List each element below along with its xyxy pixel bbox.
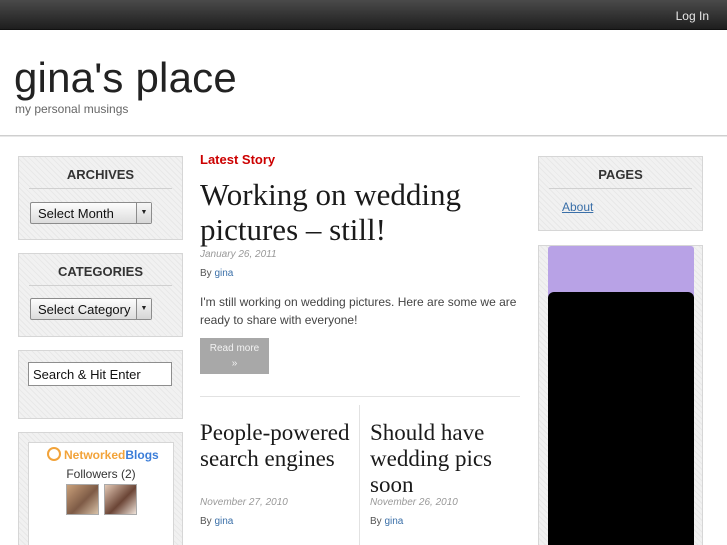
site-title[interactable]: gina's place (14, 54, 237, 102)
top-bar: Log In (0, 0, 727, 30)
latest-post-byline: By gina (200, 268, 234, 279)
post-byline: By gina (200, 516, 234, 527)
categories-select[interactable]: Select Category ▼ (30, 298, 152, 320)
pages-widget: PAGES About (538, 156, 703, 231)
content-divider (200, 396, 520, 397)
header-divider (0, 135, 727, 137)
categories-select-value: Select Category (38, 302, 131, 317)
latest-post-date: January 26, 2011 (200, 249, 277, 260)
followers-count: Followers (2) (66, 467, 136, 481)
archives-widget: ARCHIVES Select Month ▼ (18, 156, 183, 240)
follower-avatar[interactable] (104, 484, 137, 515)
media-widget (538, 245, 703, 545)
archives-select-value: Select Month (38, 206, 114, 221)
post-byline: By gina (370, 516, 404, 527)
site-description: my personal musings (15, 102, 129, 116)
read-more-button[interactable]: Read more » (200, 338, 269, 374)
latest-story-label: Latest Story (200, 152, 276, 167)
dropdown-arrow-icon: ▼ (136, 299, 151, 319)
archives-select[interactable]: Select Month ▼ (30, 202, 152, 224)
search-widget (18, 350, 183, 419)
networked-blogs-widget: NetworkedBlogs Followers (2) (18, 432, 183, 545)
page-link-about[interactable]: About (562, 200, 593, 214)
author-link[interactable]: gina (214, 516, 233, 527)
categories-widget: CATEGORIES Select Category ▼ (18, 253, 183, 337)
search-input[interactable] (28, 362, 172, 386)
post-title[interactable]: People-powered search engines (200, 420, 350, 472)
latest-post-title[interactable]: Working on wedding pictures – still! (200, 177, 520, 247)
embedded-media-player[interactable] (548, 292, 694, 545)
post-date: November 27, 2010 (200, 497, 288, 508)
dropdown-arrow-icon: ▼ (136, 203, 151, 223)
author-link[interactable]: gina (384, 516, 403, 527)
categories-title: CATEGORIES (29, 254, 172, 286)
login-link[interactable]: Log In (676, 9, 709, 23)
post-title[interactable]: Should have wedding pics soon (370, 420, 520, 498)
networkedblogs-logo-icon[interactable]: NetworkedBlogs (47, 447, 159, 462)
networkedblogs-badge-icon (47, 447, 61, 461)
post-date: November 26, 2010 (370, 497, 458, 508)
latest-post-excerpt: I'm still working on wedding pictures. H… (200, 295, 517, 327)
follower-avatar[interactable] (66, 484, 99, 515)
column-divider (359, 405, 360, 545)
author-link[interactable]: gina (214, 268, 233, 279)
pages-title: PAGES (549, 157, 692, 189)
read-more-arrow-icon: » (231, 358, 238, 369)
networked-blogs-box: NetworkedBlogs Followers (2) (28, 442, 174, 545)
archives-title: ARCHIVES (29, 157, 172, 189)
